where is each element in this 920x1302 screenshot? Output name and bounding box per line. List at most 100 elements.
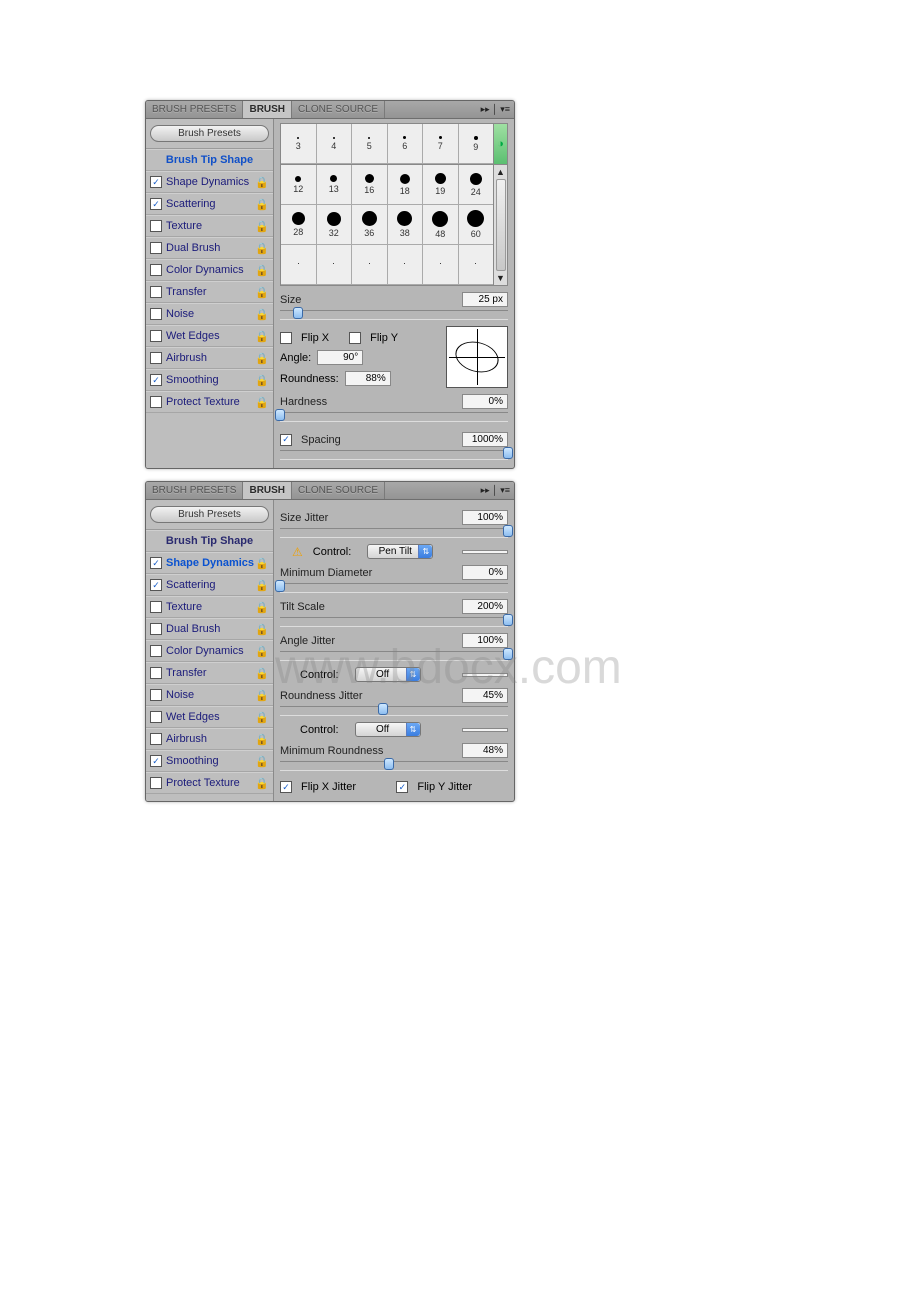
tab-brush-presets[interactable]: BRUSH PRESETS <box>146 101 243 118</box>
lock-icon[interactable]: 🔒 <box>255 285 269 299</box>
checkbox[interactable] <box>150 330 162 342</box>
checkbox[interactable]: ✓ <box>150 755 162 767</box>
sidebar-item-scattering[interactable]: ✓Scattering🔒 <box>146 193 273 215</box>
lock-icon[interactable]: 🔒 <box>255 710 269 724</box>
size-jitter-slider[interactable] <box>280 528 508 538</box>
brush-tip-cell[interactable] <box>388 245 424 285</box>
lock-icon[interactable]: 🔒 <box>255 578 269 592</box>
sidebar-item-smoothing[interactable]: ✓Smoothing🔒 <box>146 369 273 391</box>
control-value[interactable] <box>462 728 508 732</box>
brush-tip-cell[interactable]: 32 <box>317 205 353 245</box>
checkbox[interactable]: ✓ <box>150 374 162 386</box>
brush-tip-cell[interactable] <box>352 245 388 285</box>
lock-icon[interactable]: 🔒 <box>255 688 269 702</box>
angle-jitter-value[interactable]: 100% <box>462 633 508 648</box>
checkbox[interactable] <box>150 777 162 789</box>
brush-presets-button[interactable]: Brush Presets <box>150 506 269 523</box>
panel-menu[interactable]: ▸▸ │ ▾≡ <box>477 101 514 118</box>
spacing-value[interactable]: 1000% <box>462 432 508 447</box>
tab-brush-presets[interactable]: BRUSH PRESETS <box>146 482 243 499</box>
checkbox[interactable]: ✓ <box>150 557 162 569</box>
lock-icon[interactable]: 🔒 <box>255 600 269 614</box>
tilt-scale-slider[interactable] <box>280 617 508 627</box>
minimum-roundness-slider[interactable] <box>280 761 508 771</box>
new-brush-button[interactable]: ◑ <box>494 123 508 165</box>
checkbox[interactable] <box>150 264 162 276</box>
lock-icon[interactable]: 🔒 <box>255 395 269 409</box>
tab-brush[interactable]: BRUSH <box>243 101 292 118</box>
lock-icon[interactable]: 🔒 <box>255 175 269 189</box>
hardness-slider[interactable] <box>280 412 508 422</box>
checkbox[interactable] <box>150 711 162 723</box>
sidebar-item-color-dynamics[interactable]: Color Dynamics🔒 <box>146 640 273 662</box>
checkbox[interactable]: ✓ <box>150 198 162 210</box>
lock-icon[interactable]: 🔒 <box>255 197 269 211</box>
lock-icon[interactable]: 🔒 <box>255 666 269 680</box>
checkbox[interactable] <box>150 308 162 320</box>
lock-icon[interactable]: 🔒 <box>255 219 269 233</box>
brush-tip-cell[interactable]: 16 <box>352 165 388 205</box>
angle-jitter-slider[interactable] <box>280 651 508 661</box>
lock-icon[interactable]: 🔒 <box>255 732 269 746</box>
lock-icon[interactable]: 🔒 <box>255 263 269 277</box>
checkbox[interactable] <box>150 242 162 254</box>
brush-tip-cell[interactable]: 7 <box>423 124 459 164</box>
tab-clone-source[interactable]: CLONE SOURCE <box>292 101 385 118</box>
lock-icon[interactable]: 🔒 <box>255 329 269 343</box>
roundness-jitter-control-dropdown[interactable]: Off ⇅ <box>355 722 421 737</box>
minimum-roundness-value[interactable]: 48% <box>462 743 508 758</box>
sidebar-item-noise[interactable]: Noise🔒 <box>146 303 273 325</box>
roundness-value[interactable]: 88% <box>345 371 391 386</box>
tab-brush[interactable]: BRUSH <box>243 482 292 499</box>
checkbox[interactable] <box>150 352 162 364</box>
brush-tip-cell[interactable]: 13 <box>317 165 353 205</box>
checkbox[interactable] <box>150 396 162 408</box>
brush-tip-cell[interactable]: 12 <box>281 165 317 205</box>
brush-presets-button[interactable]: Brush Presets <box>150 125 269 142</box>
sidebar-item-airbrush[interactable]: Airbrush🔒 <box>146 728 273 750</box>
size-jitter-control-dropdown[interactable]: Pen Tilt ⇅ <box>367 544 433 559</box>
sidebar-item-shape-dynamics[interactable]: ✓Shape Dynamics🔒 <box>146 171 273 193</box>
lock-icon[interactable]: 🔒 <box>255 556 269 570</box>
sidebar-brush-tip-shape[interactable]: Brush Tip Shape <box>146 530 273 552</box>
brush-grid-scrollbar[interactable]: ▲ ▼ <box>494 165 508 286</box>
checkbox[interactable]: ✓ <box>150 579 162 591</box>
checkbox[interactable] <box>150 601 162 613</box>
sidebar-item-dual-brush[interactable]: Dual Brush🔒 <box>146 618 273 640</box>
brush-tip-cell[interactable]: 19 <box>423 165 459 205</box>
control-value[interactable] <box>462 550 508 554</box>
lock-icon[interactable]: 🔒 <box>255 754 269 768</box>
brush-tip-cell[interactable] <box>459 245 494 285</box>
brush-tip-cell[interactable]: 5 <box>352 124 388 164</box>
brush-tip-cell[interactable]: 4 <box>317 124 353 164</box>
angle-jitter-control-dropdown[interactable]: Off ⇅ <box>355 667 421 682</box>
sidebar-item-transfer[interactable]: Transfer🔒 <box>146 281 273 303</box>
tilt-scale-value[interactable]: 200% <box>462 599 508 614</box>
lock-icon[interactable]: 🔒 <box>255 622 269 636</box>
brush-tip-cell[interactable] <box>317 245 353 285</box>
flip-y-checkbox[interactable] <box>349 332 361 344</box>
checkbox[interactable] <box>150 220 162 232</box>
scroll-up-icon[interactable]: ▲ <box>496 167 505 177</box>
sidebar-item-wet-edges[interactable]: Wet Edges🔒 <box>146 325 273 347</box>
checkbox[interactable] <box>150 623 162 635</box>
sidebar-item-dual-brush[interactable]: Dual Brush🔒 <box>146 237 273 259</box>
checkbox[interactable] <box>150 286 162 298</box>
sidebar-item-noise[interactable]: Noise🔒 <box>146 684 273 706</box>
sidebar-item-protect-texture[interactable]: Protect Texture🔒 <box>146 772 273 794</box>
flip-x-jitter-checkbox[interactable]: ✓ <box>280 781 292 793</box>
sidebar-item-protect-texture[interactable]: Protect Texture🔒 <box>146 391 273 413</box>
lock-icon[interactable]: 🔒 <box>255 644 269 658</box>
size-value[interactable]: 25 px <box>462 292 508 307</box>
lock-icon[interactable]: 🔒 <box>255 351 269 365</box>
brush-tip-cell[interactable]: 36 <box>352 205 388 245</box>
brush-tip-cell[interactable]: 60 <box>459 205 494 245</box>
lock-icon[interactable]: 🔒 <box>255 307 269 321</box>
minimum-diameter-value[interactable]: 0% <box>462 565 508 580</box>
tab-clone-source[interactable]: CLONE SOURCE <box>292 482 385 499</box>
sidebar-item-shape-dynamics[interactable]: ✓Shape Dynamics🔒 <box>146 552 273 574</box>
checkbox[interactable] <box>150 689 162 701</box>
minimum-diameter-slider[interactable] <box>280 583 508 593</box>
lock-icon[interactable]: 🔒 <box>255 776 269 790</box>
sidebar-item-texture[interactable]: Texture🔒 <box>146 215 273 237</box>
